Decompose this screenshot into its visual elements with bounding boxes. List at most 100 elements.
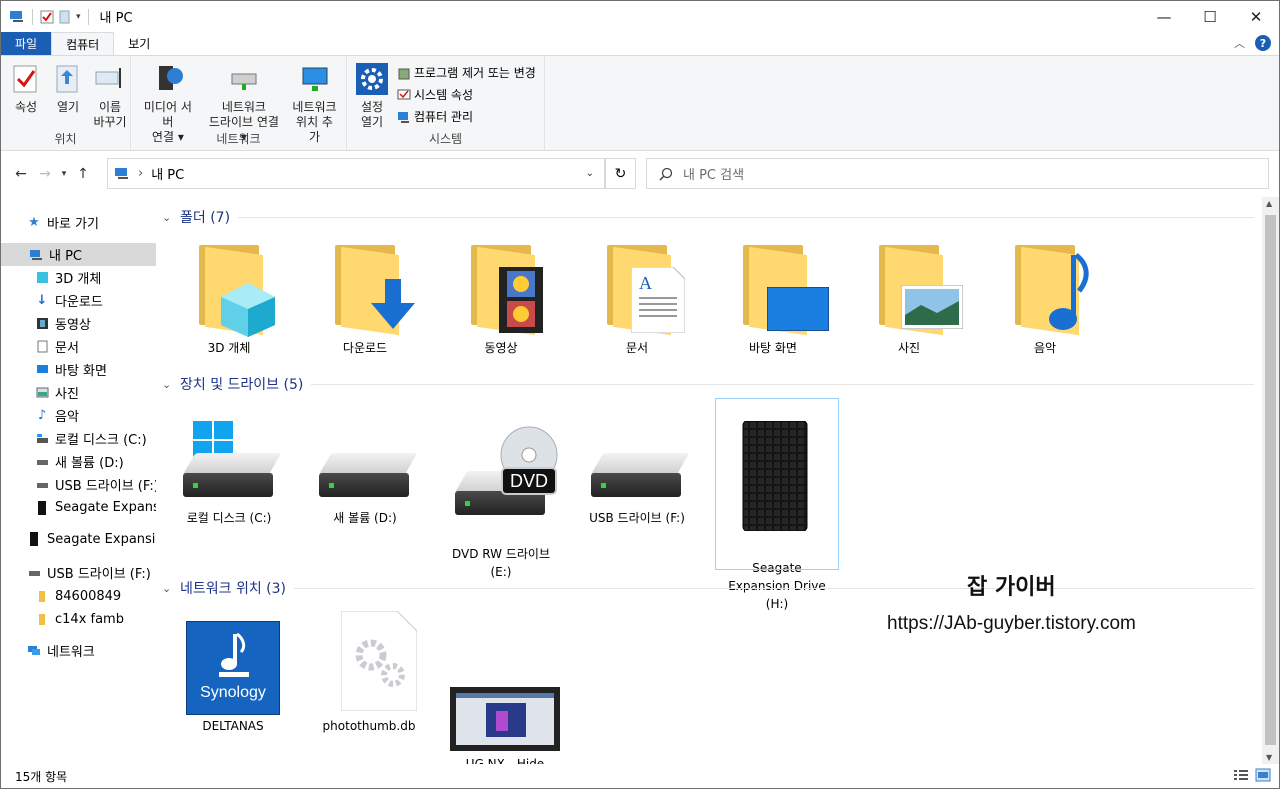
- nav-new-volume-d[interactable]: 새 볼륨 (D:): [1, 450, 156, 473]
- chevron-down-icon[interactable]: ⌄: [162, 378, 176, 391]
- drive-usb-f[interactable]: USB 드라이브 (F:): [576, 407, 698, 527]
- folder-videos-icon: [451, 237, 551, 337]
- forward-button[interactable]: →: [33, 166, 57, 182]
- help-icon[interactable]: ?: [1255, 35, 1271, 51]
- scroll-up-icon[interactable]: ▲: [1266, 199, 1272, 208]
- uninstall-program-button[interactable]: 프로그램 제거 또는 변경: [397, 64, 536, 81]
- recent-locations-button[interactable]: ▾: [57, 169, 71, 179]
- group-label-location: 위치: [54, 132, 77, 146]
- chevron-down-icon[interactable]: ⌄: [162, 582, 176, 595]
- folder-documents-icon: A: [587, 237, 687, 337]
- seagate-icon: [27, 532, 41, 546]
- nav-music[interactable]: ♪ 음악: [1, 404, 156, 427]
- properties-icon[interactable]: [40, 10, 54, 24]
- drive-local-disk-c[interactable]: 로컬 디스크 (C:): [168, 407, 290, 527]
- nav-local-disk-c[interactable]: 로컬 디스크 (C:): [1, 427, 156, 450]
- tab-file[interactable]: 파일: [1, 32, 52, 55]
- section-header-folders[interactable]: ⌄ 폴더 (7): [162, 207, 1254, 227]
- title-bar: ▾ 내 PC — ☐ ✕: [1, 1, 1279, 32]
- folder-videos[interactable]: 동영상: [440, 237, 562, 357]
- drive-icon: [35, 455, 49, 469]
- collapse-ribbon-icon[interactable]: ︿: [1234, 35, 1245, 51]
- drive-c-icon: [35, 432, 49, 446]
- rename-icon: [95, 68, 121, 88]
- folder-3d-objects[interactable]: 3D 개체: [168, 237, 290, 357]
- large-icons-view-icon[interactable]: [1255, 768, 1271, 782]
- folder-pictures[interactable]: 사진: [848, 237, 970, 357]
- nav-3d-objects[interactable]: 3D 개체: [1, 266, 156, 289]
- vertical-scrollbar[interactable]: ▲ ▼: [1262, 197, 1279, 764]
- folder-3d-objects-icon: [179, 237, 279, 337]
- checkmark-properties-icon: [13, 65, 37, 93]
- close-button[interactable]: ✕: [1233, 1, 1279, 32]
- nav-seagate-expansion-root[interactable]: Seagate Expansion: [1, 519, 156, 559]
- nav-desktop[interactable]: 바탕 화면: [1, 358, 156, 381]
- nav-usb-drive-f-root[interactable]: USB 드라이브 (F:): [1, 559, 156, 585]
- nav-folder-c14x-famb[interactable]: c14x famb: [1, 608, 156, 631]
- drive-icon: [315, 407, 418, 507]
- chevron-down-icon[interactable]: ▾: [76, 12, 81, 22]
- section-header-network[interactable]: ⌄ 네트워크 위치 (3): [162, 578, 1254, 598]
- pc-icon: [10, 10, 23, 22]
- refresh-button[interactable]: ↻: [605, 158, 636, 189]
- up-button[interactable]: ↑: [71, 166, 95, 182]
- nav-folder-84600849[interactable]: 84600849: [1, 585, 156, 608]
- synology-label: Synology: [200, 684, 266, 701]
- drive-seagate-expansion-h[interactable]: Seagate Expansion Drive (H:): [715, 398, 839, 611]
- folder-music[interactable]: 음악: [984, 237, 1106, 357]
- group-label-network: 네트워크: [216, 132, 261, 146]
- nav-usb-drive-f[interactable]: USB 드라이브 (F:): [1, 473, 156, 496]
- window-title: 내 PC: [99, 11, 133, 26]
- network-photothumb-db[interactable]: photothumb.db: [308, 611, 430, 735]
- dvd-drive-icon: DVD: [451, 425, 558, 525]
- network-deltanas[interactable]: Synology DELTANAS: [172, 621, 294, 735]
- back-button[interactable]: ←: [9, 166, 33, 182]
- quick-access-toolbar: ▾: [1, 8, 92, 25]
- minimize-button[interactable]: —: [1141, 1, 1187, 32]
- nav-network[interactable]: 네트워크: [1, 631, 156, 669]
- nav-seagate-expansion[interactable]: Seagate Expansion: [1, 496, 156, 519]
- drive-new-volume-d[interactable]: 새 볼륨 (D:): [304, 407, 426, 527]
- watermark-url: https://JAb-guyber.tistory.com: [887, 613, 1136, 634]
- breadcrumb-separator[interactable]: ›: [138, 166, 143, 181]
- folder-downloads-icon: [315, 237, 415, 337]
- computer-management-button[interactable]: 컴퓨터 관리: [397, 108, 536, 125]
- nav-documents[interactable]: 문서: [1, 335, 156, 358]
- drive-dvd-rw-e[interactable]: DVD DVD RW 드라이브 (E:): [440, 407, 562, 599]
- new-folder-icon[interactable]: [58, 10, 72, 24]
- tab-computer[interactable]: 컴퓨터: [51, 32, 115, 55]
- address-dropdown-icon[interactable]: ⌄: [586, 168, 594, 179]
- section-header-drives[interactable]: ⌄ 장치 및 드라이브 (5): [162, 374, 1254, 394]
- status-bar: 15개 항목: [1, 764, 1279, 788]
- network-ug-nx-video[interactable]: UG NX - Hide Components in view.avi: [444, 651, 566, 764]
- address-bar[interactable]: › 내 PC ⌄: [107, 158, 605, 189]
- watermark-title: 잡 가이버: [967, 575, 1056, 600]
- folder-desktop[interactable]: 바탕 화면: [712, 237, 834, 357]
- maximize-button[interactable]: ☐: [1187, 1, 1233, 32]
- breadcrumb-path[interactable]: 내 PC: [151, 164, 184, 183]
- nav-quick-access[interactable]: ★ 바로 가기: [1, 201, 156, 243]
- nav-videos[interactable]: 동영상: [1, 312, 156, 335]
- folder-documents[interactable]: A 문서: [576, 237, 698, 357]
- desktop-icon: [35, 363, 49, 377]
- open-icon: [56, 65, 78, 93]
- folder-downloads[interactable]: 다운로드: [304, 237, 426, 357]
- dvd-label: DVD: [501, 467, 557, 495]
- usb-icon: [27, 565, 41, 579]
- document-icon: [35, 340, 49, 354]
- details-view-icon[interactable]: [1233, 768, 1249, 782]
- nav-pictures[interactable]: 사진: [1, 381, 156, 404]
- scroll-down-icon[interactable]: ▼: [1266, 753, 1272, 762]
- star-icon: ★: [28, 214, 40, 230]
- search-input[interactable]: 내 PC 검색: [646, 158, 1269, 189]
- system-properties-button[interactable]: 시스템 속성: [397, 86, 536, 103]
- tab-view[interactable]: 보기: [114, 32, 164, 55]
- ribbon-group-system: 설정 열기 프로그램 제거 또는 변경 시스템 속성 컴퓨터 관리 시스템: [347, 56, 545, 150]
- uninstall-icon: [398, 68, 410, 79]
- nav-this-pc[interactable]: 내 PC: [1, 243, 156, 266]
- nav-downloads[interactable]: ↓ 다운로드: [1, 289, 156, 312]
- scrollbar-thumb[interactable]: [1265, 215, 1276, 745]
- chevron-down-icon[interactable]: ⌄: [162, 211, 176, 224]
- download-icon: ↓: [36, 293, 48, 308]
- music-icon: ♪: [37, 408, 47, 423]
